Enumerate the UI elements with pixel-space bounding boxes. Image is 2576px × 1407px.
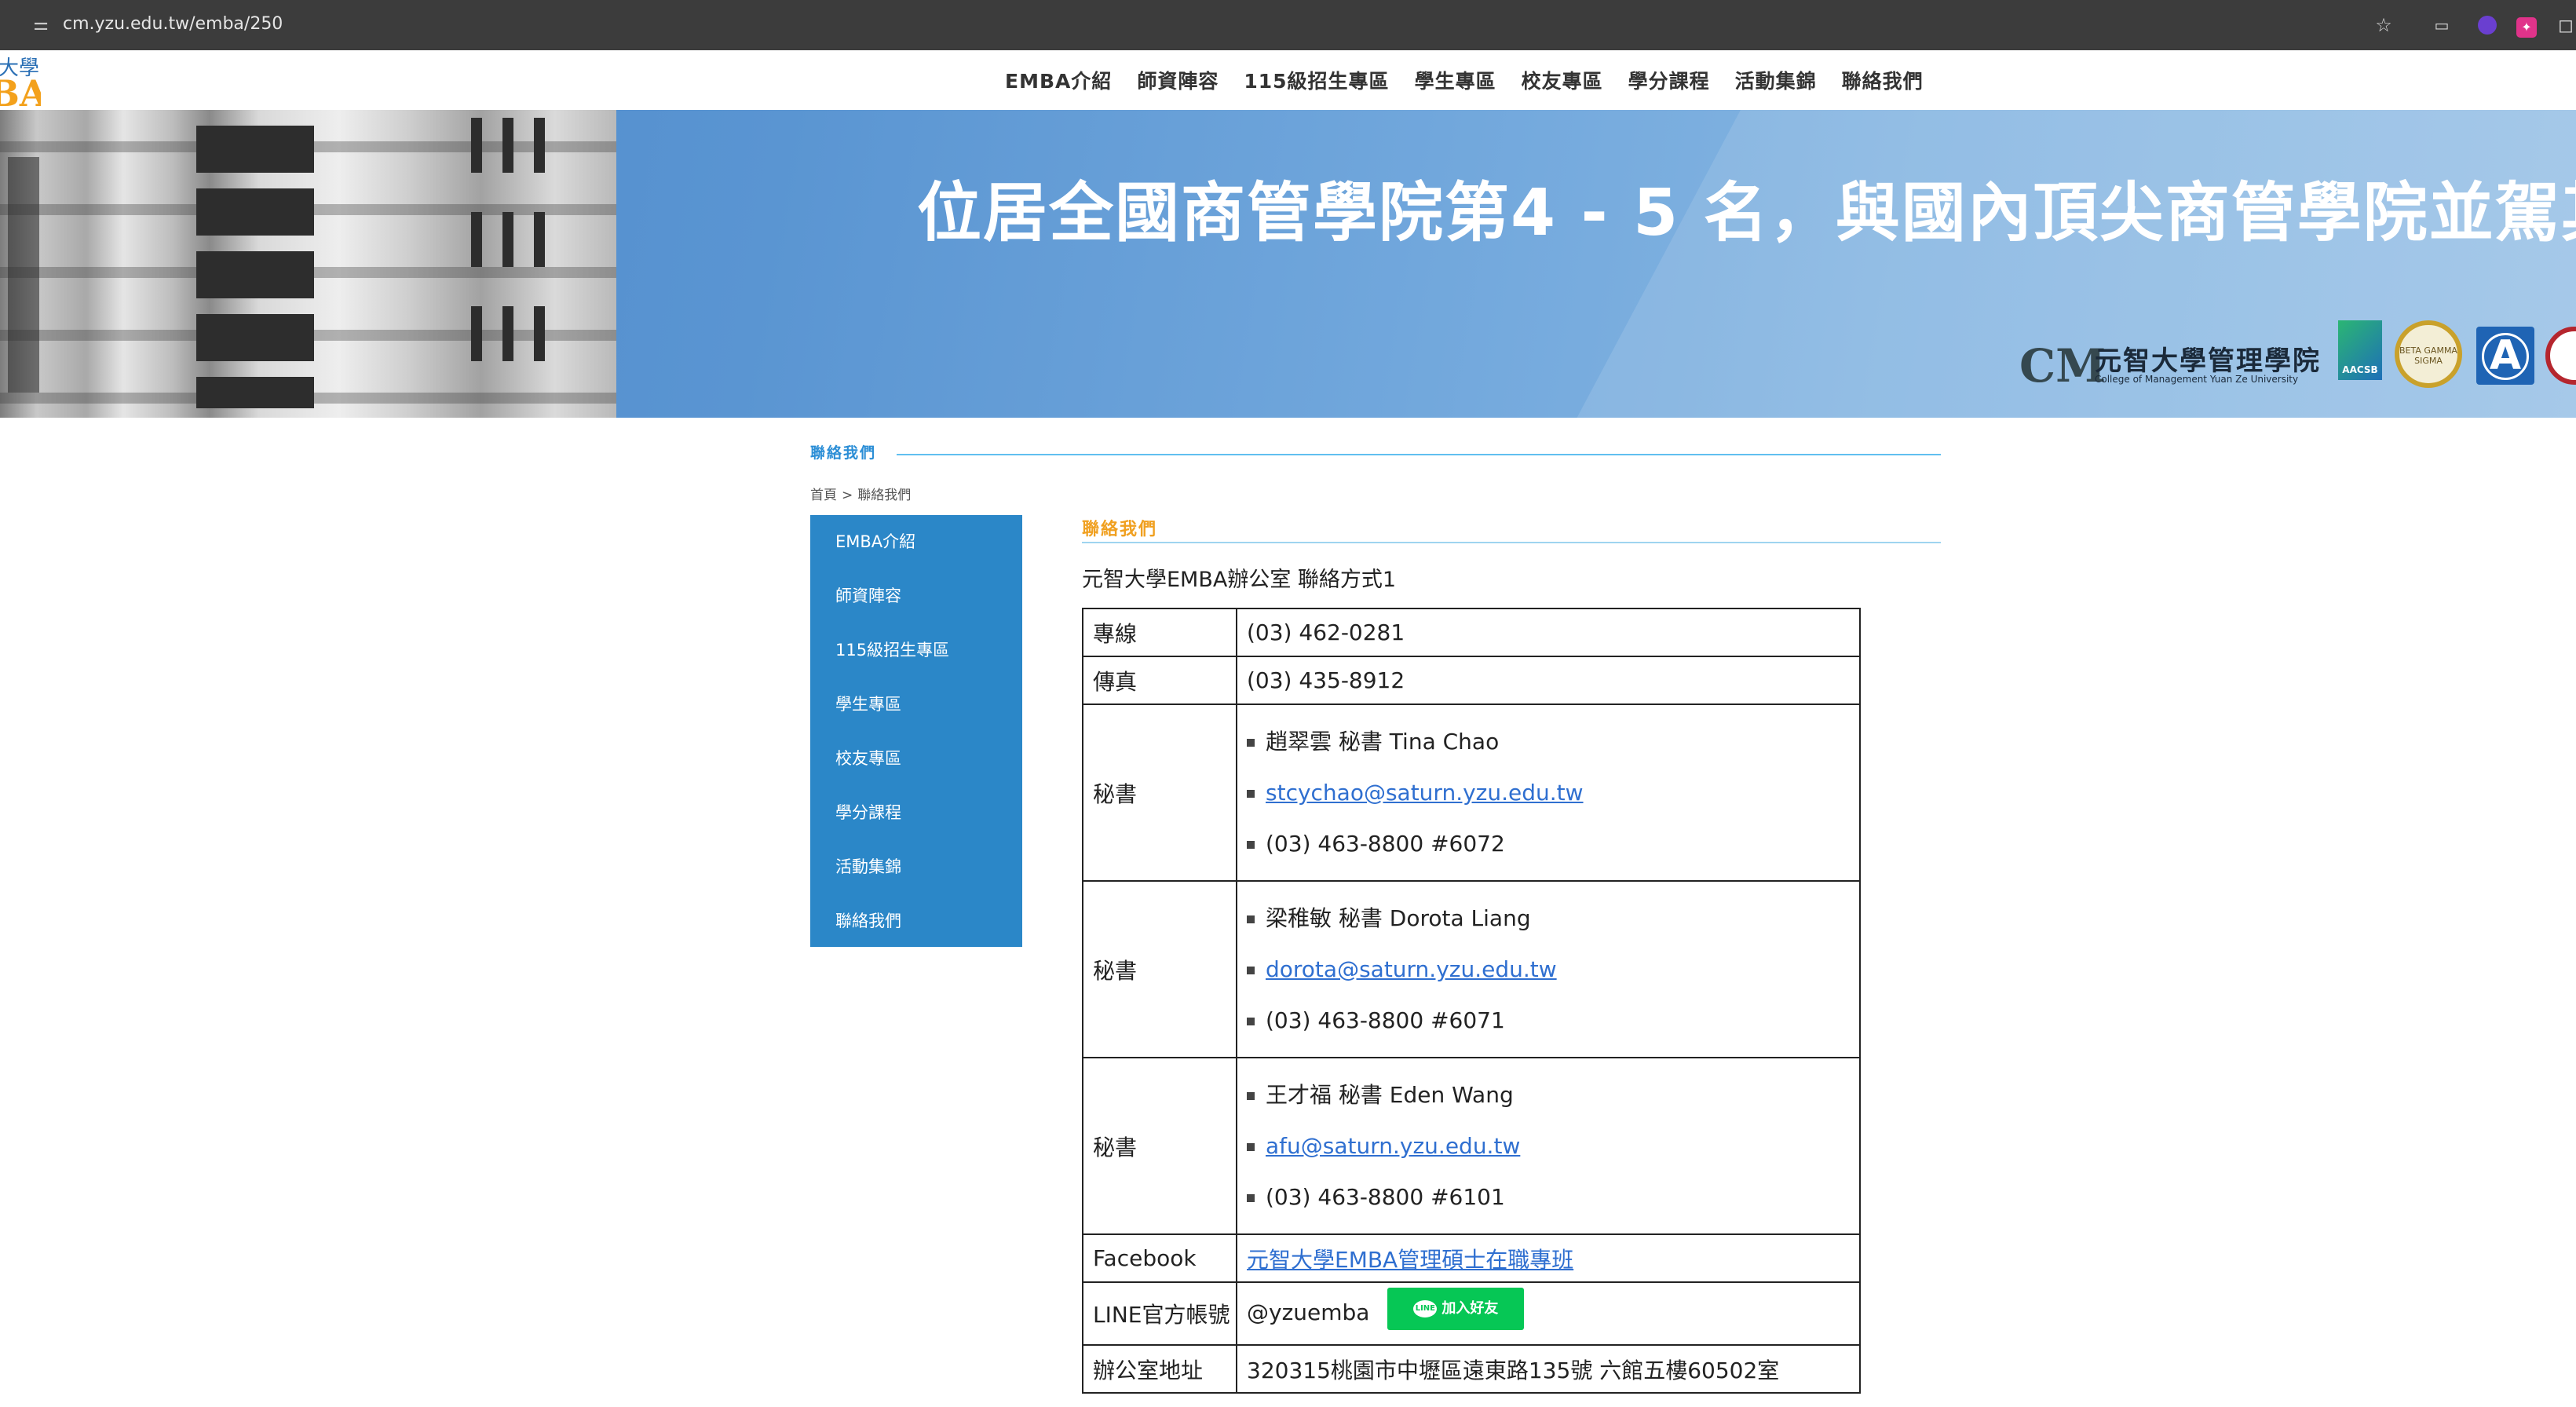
phone-value: (03) 462-0281: [1236, 608, 1861, 657]
address-bar[interactable]: cm.yzu.edu.tw/emba/250: [63, 11, 283, 38]
sidebar-item-contact[interactable]: 聯絡我們: [810, 894, 1022, 948]
table-row: 秘書 梁稚敏 秘書 Dorota Liang dorota@saturn.yzu…: [1082, 880, 1861, 1058]
sidebar-item-admissions[interactable]: 115級招生專區: [810, 623, 1022, 678]
nav-item-alumni[interactable]: 校友專區: [1522, 66, 1603, 94]
hero-banner: 位居全國商管學院第4 - 5 名，與國內頂尖商管學院並駕其驅 CM 元智大學管理…: [0, 110, 2576, 418]
college-name: 元智大學管理學院: [2095, 345, 2321, 377]
nav-item-faculty[interactable]: 師資陣容: [1137, 66, 1219, 94]
secretary-email-item: dorota@saturn.yzu.edu.tw: [1247, 944, 1859, 995]
breadcrumb-home[interactable]: 首頁: [810, 488, 837, 503]
address-value: 320315桃園市中壢區遠東路135號 六館五樓60502室: [1236, 1344, 1861, 1394]
star-icon[interactable]: ☆: [2370, 11, 2398, 39]
facebook-link[interactable]: 元智大學EMBA管理碩士在職專班: [1247, 1247, 1573, 1273]
secretary-email-link[interactable]: dorota@saturn.yzu.edu.tw: [1266, 956, 1557, 982]
contact-table: 專線 (03) 462-0281 傳真 (03) 435-8912 秘書 趙翠雲…: [1082, 608, 1861, 1394]
nav-item-admissions[interactable]: 115級招生專區: [1244, 66, 1389, 94]
browser-toolbar: ⚌ cm.yzu.edu.tw/emba/250 ☆ ▭ ✦ ◻: [0, 0, 2576, 50]
logo-text-line2: BA: [0, 72, 41, 113]
college-name-en: College of Management Yuan Ze University: [2095, 374, 2299, 385]
site-logo[interactable]: 大學 BA: [0, 50, 41, 113]
nav-item-students[interactable]: 學生專區: [1415, 66, 1496, 94]
line-icon: LINE: [1413, 1300, 1438, 1317]
college-logo: CM 元智大學管理學院 College of Management Yuan Z…: [2019, 333, 2341, 393]
extension-icon[interactable]: ✦: [2512, 11, 2541, 39]
secretary-extension: (03) 463-8800 #6072: [1247, 818, 1859, 869]
table-row: 辦公室地址 320315桃園市中壢區遠東路135號 六館五樓60502室: [1082, 1344, 1861, 1394]
nav-item-emba-intro[interactable]: EMBA介紹: [1005, 66, 1112, 94]
secretary-label: 秘書: [1082, 704, 1237, 882]
building-photo: [0, 110, 616, 418]
table-row: LINE官方帳號 @yzuemba LINE 加入好友: [1082, 1281, 1861, 1346]
extension-icon[interactable]: ◻: [2552, 11, 2576, 39]
nav-item-events[interactable]: 活動集錦: [1735, 66, 1817, 94]
college-mark: CM: [2019, 339, 2106, 393]
nav-item-courses[interactable]: 學分課程: [1628, 66, 1710, 94]
breadcrumb-separator: >: [842, 488, 853, 503]
sidebar-item-courses[interactable]: 學分課程: [810, 786, 1022, 840]
secretary-details: 梁稚敏 秘書 Dorota Liang dorota@saturn.yzu.ed…: [1247, 893, 1859, 1046]
secretary-extension: (03) 463-8800 #6071: [1247, 995, 1859, 1046]
contact-intro: 元智大學EMBA辦公室 聯絡方式1: [1082, 568, 1397, 592]
sidebar-item-events[interactable]: 活動集錦: [810, 840, 1022, 894]
line-label: LINE官方帳號: [1082, 1281, 1237, 1346]
breadcrumb: 首頁 > 聯絡我們: [810, 484, 911, 503]
secretary-email-item: afu@saturn.yzu.edu.tw: [1247, 1120, 1859, 1171]
site-info-icon[interactable]: ⚌: [30, 14, 52, 36]
aacsb-badge: AACSB: [2338, 320, 2382, 380]
accreditation-a-badge: A: [2476, 327, 2534, 385]
fax-value: (03) 435-8912: [1236, 656, 1861, 705]
breadcrumb-current: 聯絡我們: [857, 488, 912, 503]
secretary-name: 王才福 秘書 Eden Wang: [1247, 1069, 1859, 1120]
line-add-friend-button[interactable]: LINE 加入好友: [1387, 1288, 1525, 1330]
phone-label: 專線: [1082, 608, 1237, 657]
line-id: @yzuemba: [1247, 1299, 1370, 1325]
address-label: 辦公室地址: [1082, 1344, 1237, 1394]
table-row: 傳真 (03) 435-8912: [1082, 656, 1861, 705]
fax-label: 傳真: [1082, 656, 1237, 705]
secretary-details: 王才福 秘書 Eden Wang afu@saturn.yzu.edu.tw (…: [1247, 1069, 1859, 1222]
line-add-friend-label: 加入好友: [1441, 1300, 1499, 1317]
extension-icon[interactable]: [2473, 11, 2501, 39]
secretary-email-link[interactable]: stcychao@saturn.yzu.edu.tw: [1266, 780, 1584, 806]
table-row: 秘書 趙翠雲 秘書 Tina Chao stcychao@saturn.yzu.…: [1082, 704, 1861, 882]
secretary-extension: (03) 463-8800 #6101: [1247, 1171, 1859, 1222]
sidebar-item-emba-intro[interactable]: EMBA介紹: [810, 515, 1022, 569]
content-title: 聯絡我們: [1082, 520, 1158, 539]
table-row: 秘書 王才福 秘書 Eden Wang afu@saturn.yzu.edu.t…: [1082, 1057, 1861, 1235]
secretary-email-item: stcychao@saturn.yzu.edu.tw: [1247, 767, 1859, 818]
secretary-details: 趙翠雲 秘書 Tina Chao stcychao@saturn.yzu.edu…: [1247, 716, 1859, 869]
secretary-name: 趙翠雲 秘書 Tina Chao: [1247, 716, 1859, 767]
table-row: Facebook 元智大學EMBA管理碩士在職專班: [1082, 1233, 1861, 1283]
beta-gamma-sigma-badge: BETA GAMMA SIGMA: [2395, 320, 2462, 388]
section-title: 聯絡我們: [810, 444, 877, 462]
sidebar-item-faculty[interactable]: 師資陣容: [810, 569, 1022, 623]
section-divider: [897, 454, 1941, 455]
extension-icon[interactable]: ▭: [2428, 11, 2456, 39]
nav-item-contact[interactable]: 聯絡我們: [1842, 66, 1924, 94]
banner-headline: 位居全國商管學院第4 - 5 名，與國內頂尖商管學院並駕其驅: [917, 176, 2576, 250]
sidebar-item-students[interactable]: 學生專區: [810, 678, 1022, 732]
sidebar-item-alumni[interactable]: 校友專區: [810, 732, 1022, 786]
content-divider: [1082, 542, 1941, 543]
secretary-label: 秘書: [1082, 880, 1237, 1058]
main-menu: EMBA介紹 師資陣容 115級招生專區 學生專區 校友專區 學分課程 活動集錦…: [1005, 50, 1949, 110]
secretary-label: 秘書: [1082, 1057, 1237, 1235]
secretary-name: 梁稚敏 秘書 Dorota Liang: [1247, 893, 1859, 944]
sidebar-menu: EMBA介紹 師資陣容 115級招生專區 學生專區 校友專區 學分課程 活動集錦…: [810, 515, 1022, 947]
facebook-label: Facebook: [1082, 1233, 1237, 1283]
secretary-email-link[interactable]: afu@saturn.yzu.edu.tw: [1266, 1133, 1520, 1159]
table-row: 專線 (03) 462-0281: [1082, 608, 1861, 657]
